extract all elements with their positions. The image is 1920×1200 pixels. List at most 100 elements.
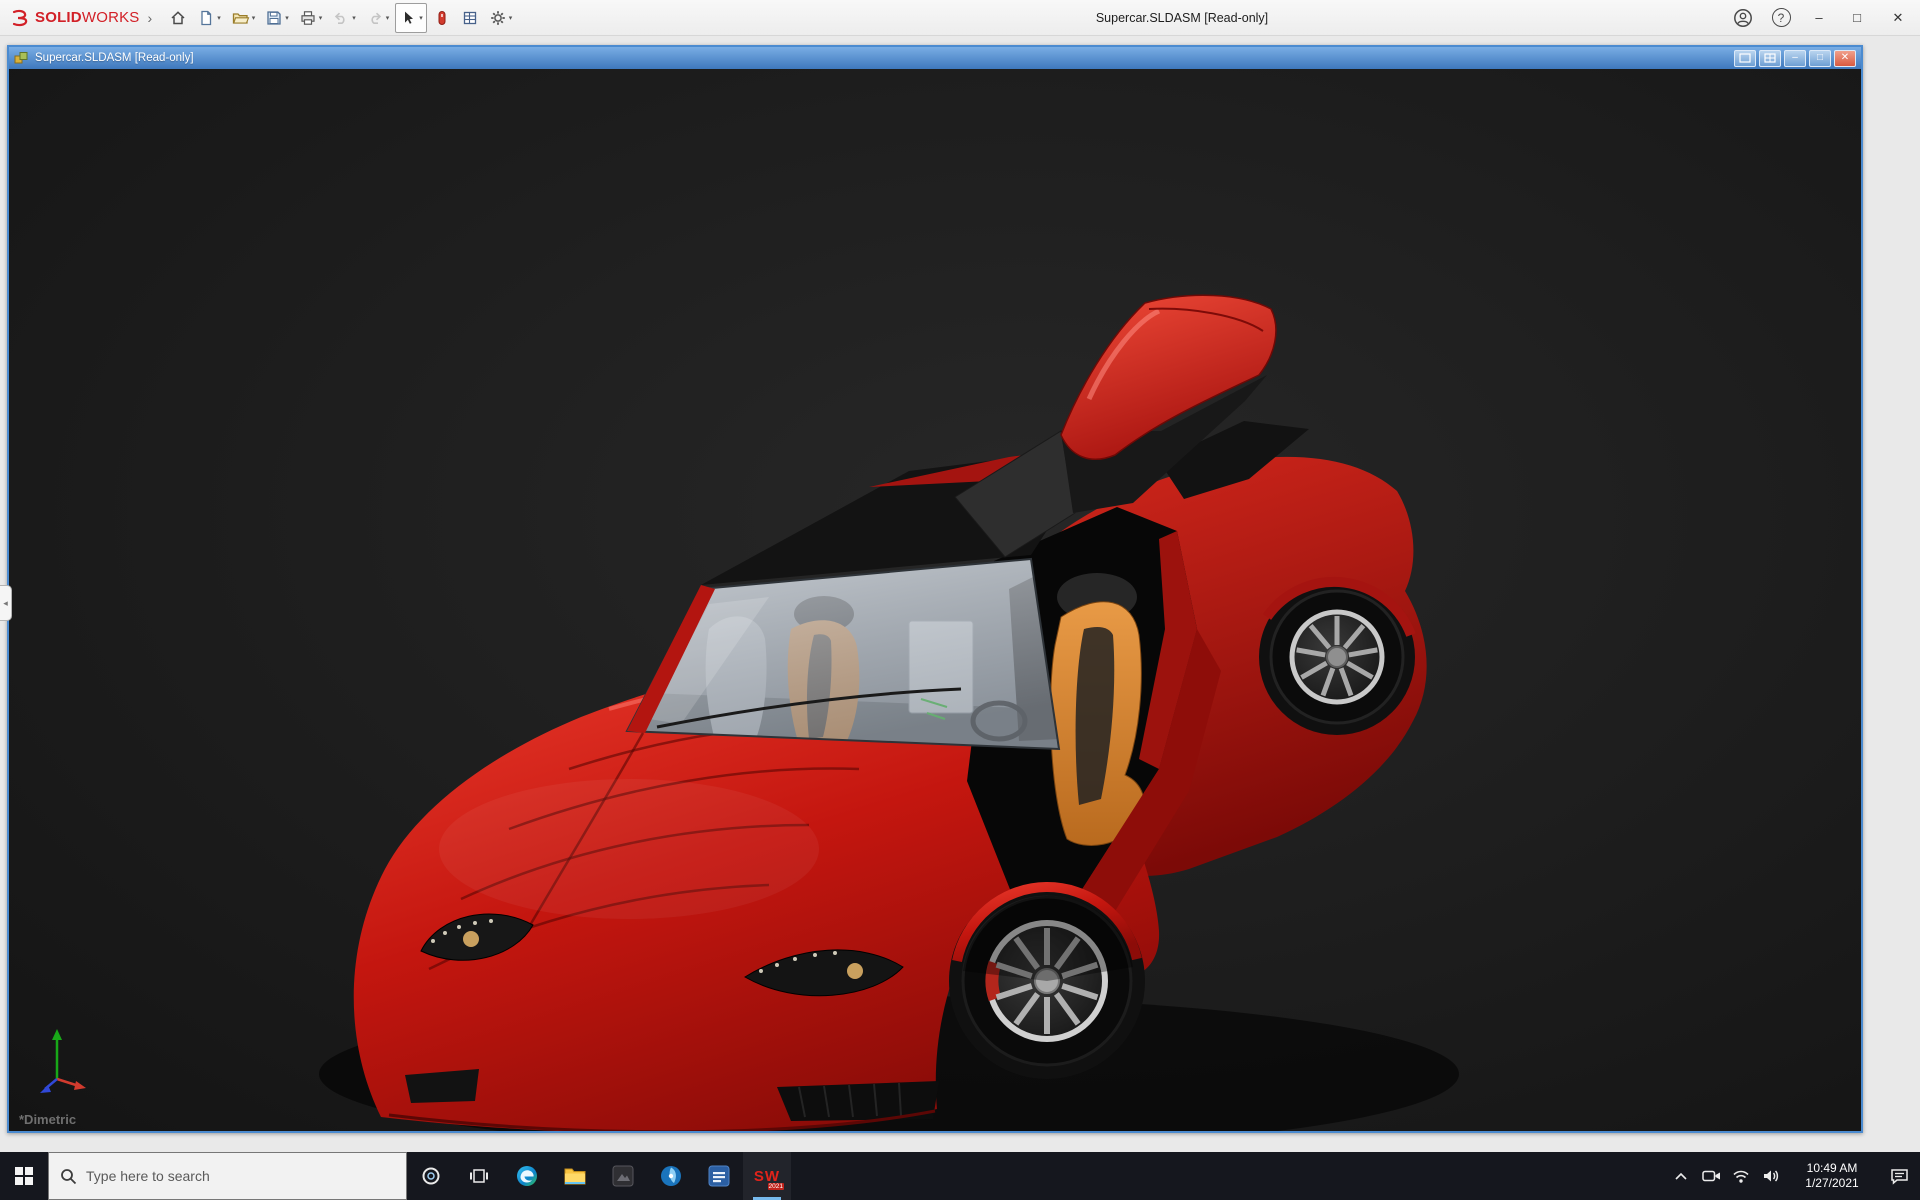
app-minimize-button[interactable]: –: [1800, 0, 1838, 36]
windows-logo-icon: [15, 1167, 33, 1185]
taskbar-search[interactable]: [48, 1152, 407, 1200]
taskbar-clock[interactable]: 10:49 AM 1/27/2021: [1786, 1152, 1878, 1200]
open-folder-icon: [231, 9, 250, 27]
graphics-area[interactable]: *Dimetric: [9, 69, 1861, 1131]
options-button[interactable]: ▾: [485, 3, 517, 33]
feature-manager-flyout-tab[interactable]: ◂: [0, 585, 12, 621]
dropdown-caret-icon: ▾: [319, 14, 323, 22]
doc-close-button[interactable]: ✕: [1834, 50, 1856, 67]
edge-icon: [515, 1164, 539, 1188]
app-maximize-button[interactable]: □: [1838, 0, 1876, 36]
volume-button[interactable]: [1756, 1152, 1786, 1200]
new-document-button[interactable]: ▾: [193, 3, 225, 33]
open-button[interactable]: ▾: [227, 3, 260, 33]
quad-pane-icon: [1764, 53, 1776, 63]
search-icon: [60, 1168, 77, 1185]
front-wheel: [949, 883, 1145, 1079]
orientation-triad-icon: [33, 1023, 93, 1095]
help-button[interactable]: ?: [1762, 0, 1800, 36]
account-button[interactable]: [1724, 0, 1762, 36]
action-center-button[interactable]: [1878, 1152, 1920, 1200]
taskbar: SW 2021: [0, 1152, 1920, 1200]
select-tool-button[interactable]: ▾: [395, 3, 427, 33]
view-orientation-label: *Dimetric: [19, 1112, 76, 1127]
home-icon: [169, 9, 187, 27]
task-view-icon: [469, 1167, 489, 1185]
dropdown-caret-icon: ▾: [419, 14, 423, 22]
report-table-icon: [461, 9, 479, 27]
blue-app-button[interactable]: [695, 1152, 743, 1200]
dropdown-caret-icon: ▾: [285, 14, 289, 22]
help-icon: ?: [1772, 8, 1791, 27]
cortana-button[interactable]: [407, 1152, 455, 1200]
dassault-mark-icon: [10, 9, 30, 27]
save-button[interactable]: ▾: [261, 3, 293, 33]
wifi-icon: [1732, 1169, 1750, 1184]
options-gear-icon: [489, 9, 507, 27]
toolbar-expand-arrow[interactable]: ›: [148, 10, 153, 26]
blue-tile-app-icon: [707, 1164, 731, 1188]
design-report-button[interactable]: [457, 3, 483, 33]
file-explorer-button[interactable]: [551, 1152, 599, 1200]
doc-minimize-button[interactable]: –: [1784, 50, 1806, 67]
brand-text: SOLIDWORKS: [35, 9, 140, 26]
search-input[interactable]: [86, 1168, 395, 1184]
doc-restore-button[interactable]: □: [1809, 50, 1831, 67]
assembly-document-icon: [14, 51, 29, 65]
flyout-arrow-icon: ◂: [3, 598, 8, 609]
3dexperience-compass-icon: [659, 1164, 683, 1188]
print-icon: [299, 9, 317, 27]
start-button[interactable]: [0, 1152, 48, 1200]
edge-browser-button[interactable]: [503, 1152, 551, 1200]
3dexperience-button[interactable]: [647, 1152, 695, 1200]
document-window-buttons: – □ ✕: [1734, 50, 1856, 67]
screen: SOLIDWORKS › ▾ ▾ ▾: [0, 0, 1920, 1200]
file-explorer-icon: [563, 1165, 587, 1187]
app-titlebar: SOLIDWORKS › ▾ ▾ ▾: [0, 0, 1920, 36]
app-title: Supercar.SLDASM [Read-only]: [1096, 0, 1268, 36]
redo-icon: [366, 9, 384, 27]
select-cursor-icon: [399, 9, 417, 27]
system-tray: 10:49 AM 1/27/2021: [1666, 1152, 1920, 1200]
document-title: Supercar.SLDASM [Read-only]: [35, 52, 194, 64]
dropdown-caret-icon: ▾: [386, 14, 390, 22]
video-camera-icon: [1702, 1168, 1721, 1184]
tray-overflow-button[interactable]: [1666, 1152, 1696, 1200]
solidworks-logo: SOLIDWORKS: [10, 9, 140, 27]
dropdown-caret-icon: ▾: [509, 14, 513, 22]
app-close-button[interactable]: ✕: [1876, 0, 1920, 36]
clock-date: 1/27/2021: [1786, 1176, 1878, 1191]
task-view-button[interactable]: [455, 1152, 503, 1200]
rear-wheel: [1259, 579, 1415, 735]
document-titlebar[interactable]: Supercar.SLDASM [Read-only] – □ ✕: [9, 47, 1861, 69]
chevron-up-icon: [1674, 1171, 1688, 1181]
account-icon: [1733, 8, 1753, 28]
solidworks-2021-button[interactable]: SW 2021: [743, 1152, 791, 1200]
app-caption-buttons: ? – □ ✕: [1724, 0, 1920, 36]
undo-icon: [332, 9, 350, 27]
clock-time: 10:49 AM: [1786, 1161, 1878, 1176]
dropdown-caret-icon: ▾: [252, 14, 256, 22]
solidworks-2021-icon: SW 2021: [752, 1161, 782, 1191]
speaker-icon: [1762, 1168, 1780, 1184]
print-button[interactable]: ▾: [295, 3, 327, 33]
hood-reflection: [439, 779, 819, 919]
single-pane-icon: [1739, 53, 1751, 63]
dark-tile-app-icon: [611, 1164, 635, 1188]
3d-mouse-icon: [434, 9, 450, 27]
redo-button[interactable]: ▾: [362, 3, 394, 33]
viewport-quad-pane-button[interactable]: [1759, 50, 1781, 67]
dropdown-caret-icon: ▾: [352, 14, 356, 22]
cortana-icon: [421, 1166, 441, 1186]
save-icon: [265, 9, 283, 27]
dark-app-button[interactable]: [599, 1152, 647, 1200]
network-button[interactable]: [1726, 1152, 1756, 1200]
undo-button[interactable]: ▾: [328, 3, 360, 33]
notification-icon: [1890, 1168, 1909, 1185]
meet-now-button[interactable]: [1696, 1152, 1726, 1200]
dropdown-caret-icon: ▾: [217, 14, 221, 22]
3d-viewport-canvas[interactable]: [9, 69, 1861, 1131]
3d-mouse-button[interactable]: [429, 3, 455, 33]
home-button[interactable]: [165, 3, 191, 33]
viewport-single-pane-button[interactable]: [1734, 50, 1756, 67]
